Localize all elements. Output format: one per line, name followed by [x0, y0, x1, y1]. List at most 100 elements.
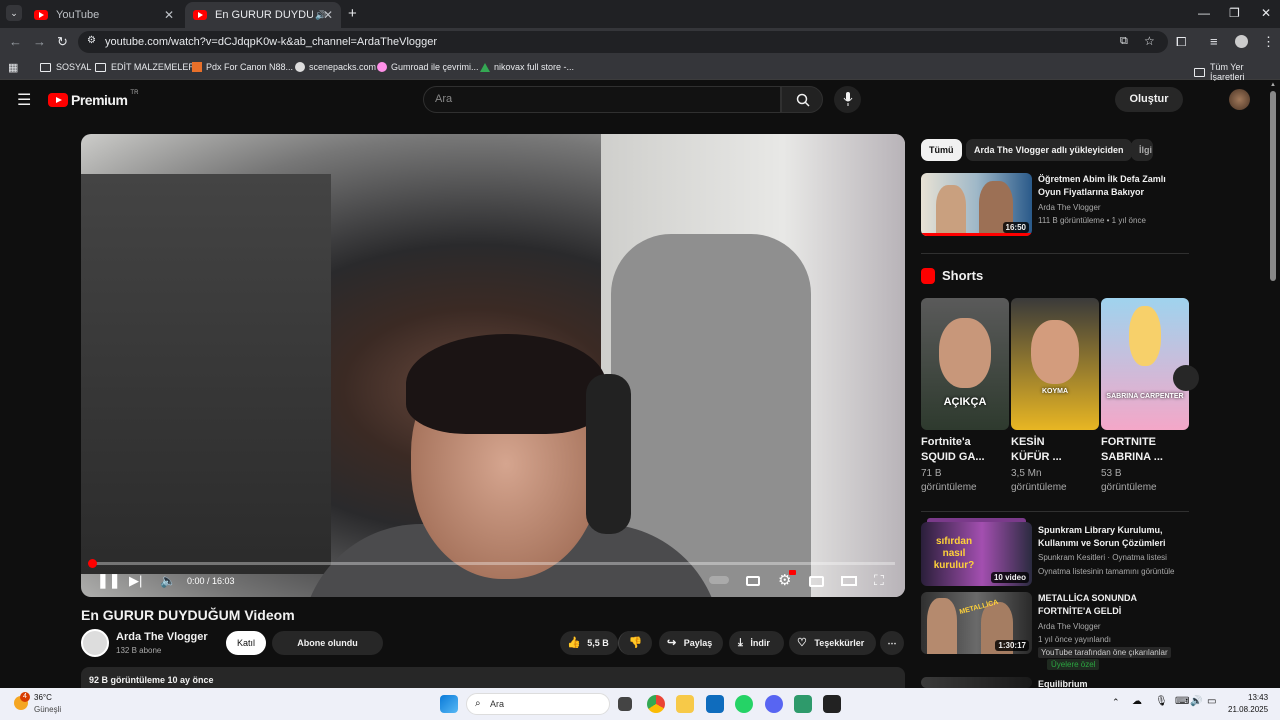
new-tab-icon[interactable]: +	[348, 5, 357, 22]
hamburger-menu-icon[interactable]: ☰	[17, 90, 31, 110]
like-button[interactable]: 👍 5,5 B	[560, 631, 618, 655]
subscribed-button[interactable]: Abone olundu	[272, 631, 383, 655]
video-player[interactable]: ❚❚ ▶| 🔈 0:00 / 16:03 ⚙ ⛶	[81, 134, 905, 597]
recommended-video-channel[interactable]: Arda The Vlogger	[1038, 620, 1101, 633]
view-full-playlist-link[interactable]: Oynatma listesinin tamamını görüntüle	[1038, 565, 1175, 578]
pause-icon[interactable]: ❚❚	[97, 572, 120, 589]
short-title[interactable]: KESİN KÜFÜR ...	[1011, 435, 1099, 465]
share-button[interactable]: ↪ Paylaş	[659, 631, 723, 655]
chip-from-uploader[interactable]: Arda The Vlogger adlı yükleyiciden	[966, 139, 1132, 161]
recommended-video-thumbnail[interactable]	[921, 677, 1032, 688]
bookmark-folder-sosyal[interactable]: SOSYAL	[40, 62, 91, 72]
download-button[interactable]: ⤓ İndir	[729, 631, 784, 655]
epic-games-icon[interactable]	[823, 695, 841, 713]
captions-icon[interactable]	[746, 576, 760, 586]
close-tab-icon[interactable]: ✕	[323, 8, 333, 22]
task-view-icon[interactable]	[618, 697, 632, 711]
cloud-icon[interactable]: ☁	[1132, 696, 1142, 707]
short-thumbnail[interactable]: AÇIKÇA	[921, 298, 1009, 430]
autoplay-toggle[interactable]	[709, 576, 729, 584]
playlist-channel[interactable]: Spunkram Kesitleri · Oynatma listesi	[1038, 551, 1167, 564]
minimize-icon[interactable]: —	[1198, 6, 1210, 20]
bookmarks-bar: ▦ SOSYAL EDİT MALZEMELERİ Pdx For Canon …	[0, 56, 1280, 82]
short-thumbnail[interactable]: KOYMA	[1011, 298, 1099, 430]
channel-avatar[interactable]	[81, 629, 109, 657]
install-app-icon[interactable]: ⧉	[1120, 35, 1128, 48]
windows-start-icon[interactable]	[440, 695, 458, 713]
playlist-thumbnail[interactable]: sıfırdan nasıl kurulur? 10 video	[921, 522, 1032, 586]
dislike-button[interactable]: 👎	[618, 631, 652, 655]
site-info-icon[interactable]: ⚙	[87, 35, 96, 46]
recommended-video-title[interactable]: Öğretmen Abim İlk Defa Zamlı Oyun Fiyatla…	[1038, 173, 1166, 199]
battery-icon[interactable]: ▭	[1207, 696, 1216, 707]
network-icon[interactable]: ⌨	[1175, 696, 1189, 707]
tab-youtube[interactable]: YouTube ✕	[26, 2, 182, 28]
volume-tray-icon[interactable]: 🔊	[1190, 696, 1202, 707]
voice-search-button[interactable]	[834, 86, 861, 113]
create-button[interactable]: Oluştur	[1115, 87, 1183, 112]
theater-mode-icon[interactable]	[841, 576, 857, 586]
address-bar[interactable]: ⚙ youtube.com/watch?v=dCJdqpK0w-k&ab_cha…	[78, 31, 1168, 53]
forward-icon[interactable]: →	[33, 34, 46, 49]
youtube-premium-logo[interactable]: Premium TR	[48, 90, 138, 108]
recommended-video-thumbnail[interactable]: 16:50	[921, 173, 1032, 236]
outlook-icon[interactable]	[706, 695, 724, 713]
close-window-icon[interactable]: ✕	[1261, 6, 1271, 20]
clock-date[interactable]: 21.08.2025	[1228, 705, 1268, 714]
join-button[interactable]: Katıl	[226, 631, 266, 655]
scrollbar-thumb[interactable]	[1270, 91, 1276, 281]
chip-related[interactable]: İlgi	[1131, 139, 1153, 161]
bookmark-scenepacks[interactable]: scenepacks.com	[295, 62, 376, 72]
discord-icon[interactable]	[765, 695, 783, 713]
chrome-icon[interactable]	[647, 695, 665, 713]
media-controls-icon[interactable]: ≡	[1210, 34, 1218, 49]
app-icon[interactable]	[794, 695, 812, 713]
short-thumbnail[interactable]: SABRINA CARPENTER	[1101, 298, 1189, 430]
thanks-button[interactable]: ♡ Teşekkürler	[789, 631, 876, 655]
mic-tray-icon[interactable]: 🎙	[1155, 696, 1168, 707]
channel-name[interactable]: Arda The Vlogger	[116, 631, 208, 643]
bookmark-star-icon[interactable]: ☆	[1144, 34, 1155, 48]
page-scrollbar[interactable]: ▲	[1266, 81, 1280, 688]
bookmark-nikovax[interactable]: nikovax full store -...	[480, 62, 574, 72]
all-bookmarks-folder[interactable]: Tüm Yer İşaretleri	[1194, 62, 1280, 82]
search-button[interactable]	[781, 86, 823, 113]
extensions-icon[interactable]: ⧠	[1176, 34, 1186, 50]
apps-grid-icon[interactable]: ▦	[8, 61, 18, 74]
profile-avatar[interactable]	[1235, 35, 1248, 48]
tab-current-video[interactable]: En GURUR DUYDUĞUM Vi 🔊 ✕	[185, 2, 341, 28]
tab-search-button[interactable]: ⌄	[6, 5, 22, 21]
more-actions-button[interactable]: ⋯	[880, 631, 904, 655]
weather-temp[interactable]: 36°C	[34, 693, 52, 702]
menu-dots-icon[interactable]: ⋮	[1262, 34, 1275, 50]
bookmark-folder-edit[interactable]: EDİT MALZEMELERİ	[95, 62, 197, 72]
taskbar-search-box[interactable]: ⌕ Ara	[466, 693, 610, 715]
recommended-video-channel[interactable]: Arda The Vlogger	[1038, 201, 1101, 214]
bookmark-pdx[interactable]: Pdx For Canon N88...	[192, 62, 293, 72]
fullscreen-icon[interactable]: ⛶	[874, 572, 884, 589]
clock-time[interactable]: 13:43	[1248, 693, 1268, 702]
shorts-next-arrow-icon[interactable]	[1173, 365, 1199, 391]
whatsapp-icon[interactable]	[735, 695, 753, 713]
bookmark-gumroad[interactable]: Gumroad ile çevrimi...	[377, 62, 479, 72]
file-explorer-icon[interactable]	[676, 695, 694, 713]
miniplayer-icon[interactable]	[809, 576, 824, 587]
close-tab-icon[interactable]: ✕	[164, 8, 174, 22]
short-title[interactable]: FORTNITE SABRINA ...	[1101, 435, 1189, 465]
back-icon[interactable]: ←	[9, 34, 22, 49]
next-icon[interactable]: ▶|	[129, 573, 142, 589]
progress-bar[interactable]	[88, 559, 895, 568]
chip-all[interactable]: Tümü	[921, 139, 962, 161]
account-avatar[interactable]	[1229, 89, 1250, 110]
reload-icon[interactable]: ↻	[57, 34, 68, 50]
recommended-video-thumbnail[interactable]: METALLİCA 1:30:17	[921, 592, 1032, 654]
restore-icon[interactable]: ❐	[1229, 6, 1240, 20]
scroll-up-arrow-icon[interactable]: ▲	[1270, 82, 1276, 88]
progress-scrubber[interactable]	[88, 559, 97, 568]
tray-overflow-icon[interactable]: ⌃	[1112, 697, 1120, 708]
playlist-title[interactable]: Spunkram Library Kurulumu, Kullanımı ve S…	[1038, 524, 1166, 550]
volume-icon[interactable]: 🔈	[160, 573, 176, 589]
recommended-video-title[interactable]: METALLİCA SONUNDA FORTNİTE'A GELDİ	[1038, 592, 1137, 618]
short-title[interactable]: Fortnite'a SQUID GA...	[921, 435, 1009, 465]
search-input[interactable]: Ara	[423, 86, 781, 113]
